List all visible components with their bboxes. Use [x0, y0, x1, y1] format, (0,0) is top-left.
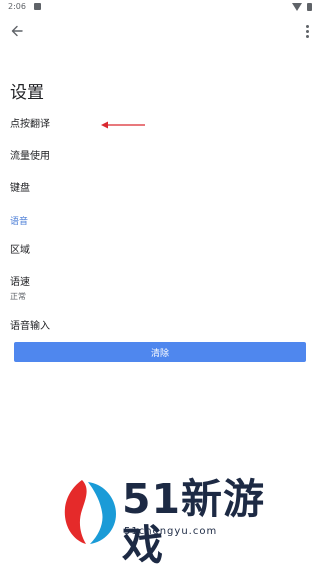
wifi-icon — [292, 3, 302, 11]
watermark-url: 51chengyu.com — [124, 526, 218, 537]
status-time: 2:06 — [8, 2, 26, 11]
setting-tap-to-translate[interactable]: 点按翻译 — [10, 115, 50, 130]
watermark-name: 51新游戏 — [122, 475, 266, 569]
watermark-logo-icon — [64, 480, 116, 544]
status-bar: 2:06 — [0, 0, 320, 14]
setting-label: 点按翻译 — [10, 119, 50, 130]
arrow-left-icon — [11, 25, 23, 37]
setting-speech-rate[interactable]: 语速 正常 — [10, 273, 30, 302]
section-header-voice: 语音 — [10, 217, 29, 227]
more-vert-icon — [305, 24, 309, 28]
setting-value: 正常 — [10, 292, 26, 301]
setting-voice-input[interactable]: 语音输入 — [10, 317, 50, 332]
setting-label: 区域 — [10, 245, 30, 256]
annotation-arrow-icon — [101, 121, 145, 129]
setting-keyboard[interactable]: 键盘 — [10, 179, 30, 194]
page-title: 设置 — [10, 83, 44, 103]
setting-data-usage[interactable]: 流量使用 — [10, 147, 50, 162]
back-button[interactable] — [6, 20, 28, 42]
setting-label: 流量使用 — [10, 151, 50, 162]
battery-icon — [307, 3, 312, 11]
notification-icon — [34, 3, 41, 10]
clear-button[interactable]: 清除 — [14, 342, 306, 362]
setting-label: 语速 — [10, 277, 30, 288]
setting-region[interactable]: 区域 — [10, 241, 30, 256]
setting-label: 语音输入 — [10, 321, 50, 332]
more-options-button[interactable] — [300, 20, 314, 42]
setting-label: 键盘 — [10, 183, 30, 194]
app-bar — [0, 14, 320, 50]
watermark: 51新游戏 51chengyu.com — [58, 474, 298, 568]
